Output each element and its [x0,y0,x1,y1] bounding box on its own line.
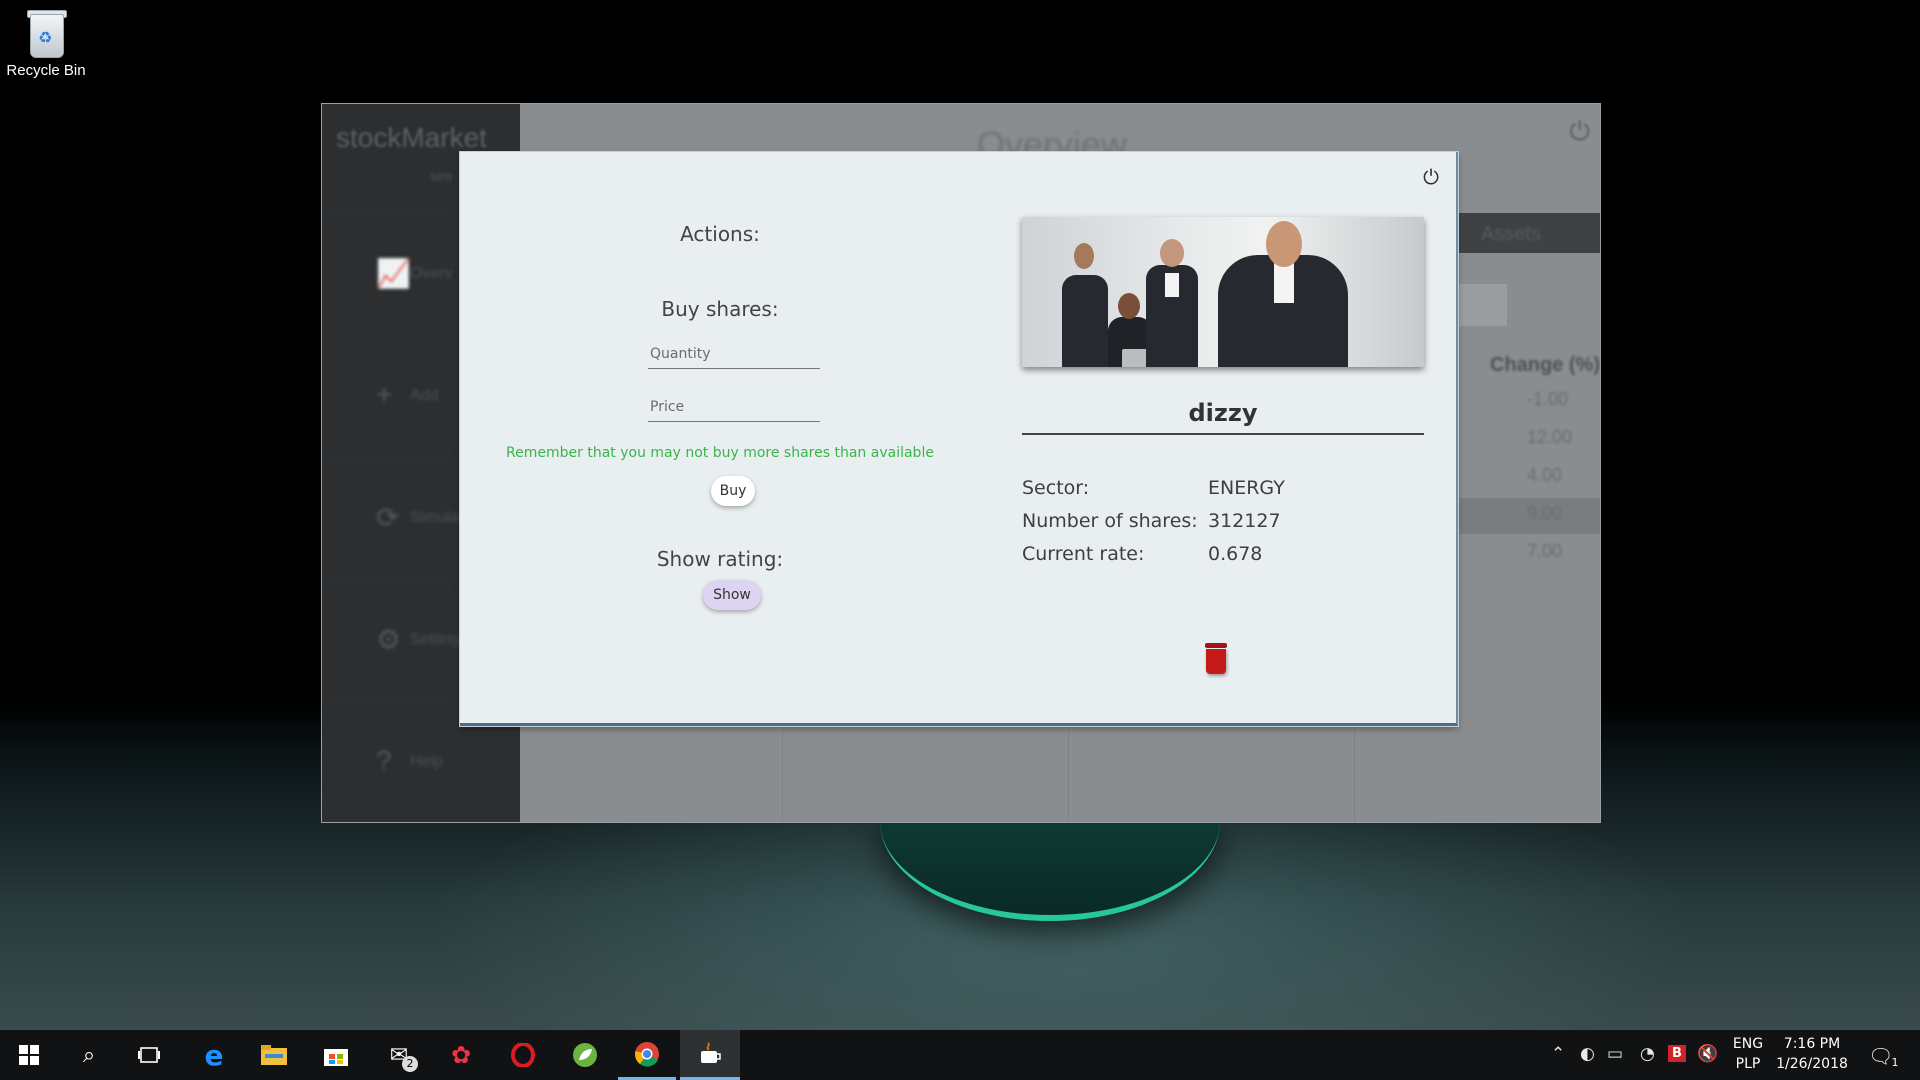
recycle-bin[interactable]: ♻ Recycle Bin [6,8,86,79]
wifi-icon[interactable]: ◔ [1640,1044,1655,1064]
search-icon[interactable]: ⌕ [60,1030,118,1080]
shares-value: 312127 [1208,510,1281,532]
clock-time[interactable]: 7:16 PM [1772,1036,1852,1052]
java-app-icon[interactable] [680,1030,740,1080]
delete-trash-icon[interactable] [1203,643,1229,675]
company-divider [1022,433,1424,435]
company-dialog: ⏻ Actions: Buy shares: Remember that you… [460,152,1458,726]
change-value: 12.00 [1527,427,1573,447]
start-windows-icon[interactable] [0,1030,58,1080]
taskbar: ⌕ e ✉ 2 ✿ ⌃ ◐ ▭ ◔ B 🔇 ENG PLP 7:16 PM 1/2… [0,1030,1920,1080]
actions-panel: Actions: Buy shares: Remember that you m… [460,152,980,723]
battery-icon[interactable]: ▭ [1607,1044,1623,1064]
app-field[interactable] [1459,284,1507,326]
language-primary[interactable]: ENG [1730,1036,1766,1052]
rate-label: Current rate: [1022,543,1145,565]
antivirus-icon[interactable]: B [1668,1045,1686,1062]
show-rating-title: Show rating: [656,547,784,571]
tab-assets[interactable]: Assets [1459,213,1600,253]
rate-value: 0.678 [1208,543,1263,565]
grid-line [1354,724,1355,822]
language-secondary[interactable]: PLP [1730,1056,1766,1072]
company-photo [1022,217,1424,367]
grid-line [1068,724,1069,822]
shares-label: Number of shares: [1022,510,1198,532]
price-input[interactable] [648,393,820,422]
buy-button[interactable]: Buy [711,476,755,506]
change-header: Change (%) [1490,354,1600,376]
chevron-up-icon[interactable]: ⌃ [1551,1044,1565,1064]
task-view-icon[interactable] [120,1030,178,1080]
paint-icon[interactable]: ✿ [432,1030,490,1080]
spring-leaf-icon[interactable] [556,1030,614,1080]
actions-title: Actions: [680,222,760,246]
company-name: dizzy [1188,399,1258,427]
app-logo: stockMarket [336,122,487,153]
show-rating-button[interactable]: Show [703,580,761,610]
close-power-icon[interactable]: ⏻ [1420,166,1442,188]
refresh-icon: ⟳ [376,502,400,533]
nav-label: Help [410,753,443,770]
nav-label: Simula [410,509,459,526]
change-value: 9.00 [1527,503,1563,523]
quantity-input[interactable] [648,340,820,369]
volume-muted-icon[interactable]: 🔇 [1697,1044,1718,1064]
edge-browser-icon[interactable]: e [185,1030,243,1080]
opera-icon[interactable] [494,1030,552,1080]
tab-assets-label: Assets [1481,223,1542,245]
notification-count: 1 [1891,1056,1899,1069]
app-power-icon[interactable]: ⏻ [1569,116,1590,148]
sector-value: ENERGY [1208,477,1285,499]
change-value: -1.00 [1527,389,1569,409]
help-icon: ? [376,745,392,776]
buy-shares-title: Buy shares: [661,297,779,321]
nav-label: Overv [410,265,453,282]
change-value: 7.00 [1527,541,1563,561]
plus-icon: + [376,379,393,410]
mail-icon[interactable]: ✉ 2 [370,1030,428,1080]
weather-icon[interactable]: ◐ [1580,1044,1595,1064]
buy-limit-note: Remember that you may not buy more share… [506,445,934,461]
gear-icon: ⚙ [376,624,402,655]
app-logo-sub: sim [430,168,452,184]
grid-line [782,724,783,822]
chrome-icon[interactable] [618,1030,676,1080]
recycle-bin-label: Recycle Bin [6,62,86,79]
desktop: ♻ Recycle Bin stockMarket sim 📈 Overv + … [0,0,1920,1030]
store-icon[interactable] [307,1030,365,1080]
sector-label: Sector: [1022,477,1090,499]
chart-icon: 📈 [376,258,411,289]
wallpaper-bowl [880,815,1220,921]
nav-label: Add [410,387,439,404]
mail-badge: 2 [402,1056,418,1072]
recycle-bin-icon: ♻ [26,8,67,58]
nav-label: Setting [410,631,460,648]
change-value: 4.00 [1527,465,1563,485]
file-explorer-icon[interactable] [245,1030,303,1080]
clock-date[interactable]: 1/26/2018 [1772,1056,1852,1072]
